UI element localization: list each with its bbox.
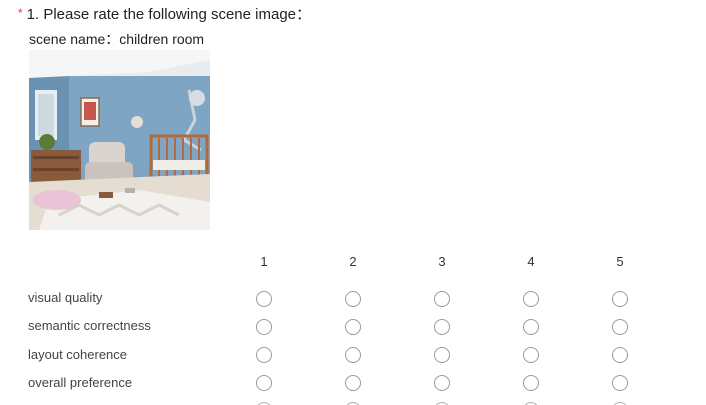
scene-name-label: scene name： — [29, 31, 120, 47]
radio-visual-quality-1[interactable] — [256, 291, 272, 307]
scene-name-value: children room — [119, 31, 205, 47]
question-title: 1. Please rate the following scene image… — [26, 6, 311, 23]
radio-semantic-correctness-1[interactable] — [256, 319, 272, 335]
radio-visual-quality-3[interactable] — [434, 291, 450, 307]
rating-column-2: 2 — [349, 254, 357, 269]
radio-visual-quality-4[interactable] — [523, 291, 539, 307]
radio-visual-quality-2[interactable] — [345, 291, 361, 307]
radio-overall-preference-5[interactable] — [612, 375, 628, 391]
scene-image — [29, 50, 210, 230]
rating-column-3: 3 — [438, 254, 446, 269]
criterion-label-overall-preference: overall preference — [28, 375, 133, 390]
radio-overall-preference-2[interactable] — [345, 375, 361, 391]
radio-layout-coherence-2[interactable] — [345, 347, 361, 363]
scene-name-line: scene name：children room — [29, 30, 204, 48]
rating-column-1: 1 — [260, 254, 268, 269]
radio-semantic-correctness-2[interactable] — [345, 319, 361, 335]
radio-layout-coherence-5[interactable] — [612, 347, 628, 363]
radio-semantic-correctness-3[interactable] — [434, 319, 450, 335]
criterion-label-visual-quality: visual quality — [28, 290, 103, 305]
rating-column-5: 5 — [616, 254, 624, 269]
radio-layout-coherence-4[interactable] — [523, 347, 539, 363]
radio-semantic-correctness-4[interactable] — [523, 319, 539, 335]
radio-visual-quality-5[interactable] — [612, 291, 628, 307]
radio-overall-preference-4[interactable] — [523, 375, 539, 391]
radio-overall-preference-1[interactable] — [256, 375, 272, 391]
radio-layout-coherence-1[interactable] — [256, 347, 272, 363]
question-header: * 1. Please rate the following scene imag… — [18, 6, 311, 24]
radio-layout-coherence-3[interactable] — [434, 347, 450, 363]
criterion-label-semantic-correctness: semantic correctness — [28, 318, 151, 333]
radio-overall-preference-3[interactable] — [434, 375, 450, 391]
required-mark: * — [18, 6, 23, 20]
criterion-label-layout-coherence: layout coherence — [28, 347, 128, 362]
radio-semantic-correctness-5[interactable] — [612, 319, 628, 335]
rating-column-4: 4 — [527, 254, 535, 269]
